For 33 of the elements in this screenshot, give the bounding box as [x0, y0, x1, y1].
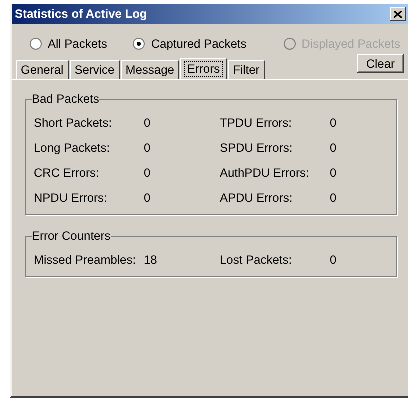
field-value: 0 [330, 252, 338, 266]
tab[interactable]: Errors [180, 58, 228, 79]
field-label: Short Packets: [34, 116, 114, 130]
field-value: 18 [144, 252, 158, 266]
group-title: Error Counters [32, 229, 111, 243]
field-label: AuthPDU Errors: [220, 166, 310, 180]
field-label: APDU Errors: [220, 190, 294, 204]
field-label: TPDU Errors: [220, 116, 293, 130]
field-label: SPDU Errors: [220, 140, 294, 154]
field-value: 0 [144, 190, 152, 204]
field-value: 0 [144, 166, 152, 180]
close-icon [394, 10, 402, 18]
field-value: 0 [330, 140, 338, 154]
field-label: CRC Errors: [34, 166, 100, 180]
field-value: 0 [144, 116, 152, 130]
field-label: Missed Preambles: [34, 252, 138, 266]
radio-option[interactable]: All Packets [30, 34, 108, 54]
radio-option[interactable]: Captured Packets [133, 34, 247, 54]
tab[interactable]: General [16, 60, 69, 79]
field-value: 0 [330, 190, 338, 204]
field-label: NPDU Errors: [34, 190, 108, 204]
tab[interactable]: Service [70, 60, 120, 79]
field-value: 0 [330, 166, 338, 180]
group-title: Bad Packets [32, 92, 100, 106]
field-value: 0 [330, 116, 338, 130]
window-title: Statistics of Active Log [15, 7, 148, 21]
close-button[interactable] [390, 7, 406, 21]
field-label: Long Packets: [34, 140, 112, 154]
tab[interactable]: Filter [228, 60, 265, 79]
clear-button[interactable]: Clear [357, 54, 404, 73]
field-value: 0 [144, 140, 152, 154]
field-label: Lost Packets: [220, 252, 294, 266]
tab[interactable]: Message [120, 60, 180, 79]
